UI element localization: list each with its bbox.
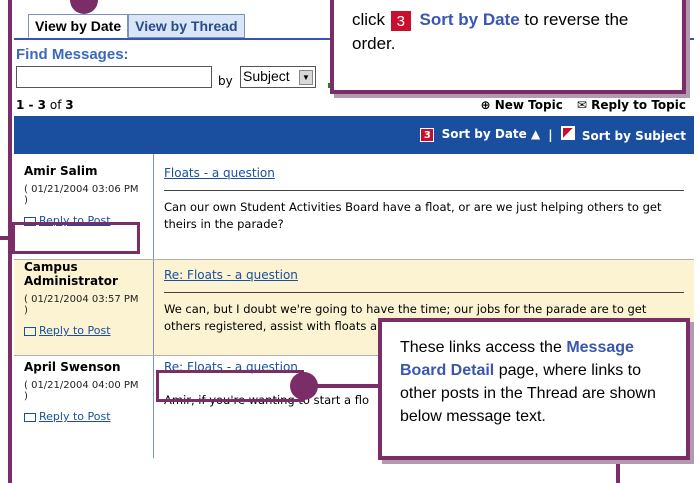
message-subject-link[interactable]: Floats - a question — [164, 166, 684, 191]
sort-by-subject-label: Sort by Subject — [581, 129, 686, 143]
message-body: Can our own Student Activities Board hav… — [164, 200, 662, 231]
author-name: Amir Salim — [24, 164, 98, 178]
view-tabs: View by Date View by Thread — [28, 14, 245, 38]
by-label: by — [218, 74, 233, 88]
message-subject-link[interactable]: Re: Floats - a question — [164, 268, 684, 293]
plus-circle-icon: ⊕ — [480, 98, 491, 112]
author-name: Campus Administrator — [24, 260, 118, 288]
detail-callout: These links access the Message Board Det… — [378, 318, 690, 460]
chevron-down-icon: ▼ — [299, 70, 313, 85]
author-name: April Swenson — [24, 360, 121, 374]
result-total: 3 — [65, 98, 74, 112]
select-value: Subject — [243, 68, 290, 84]
post-date: ( 01/21/2004 03:57 PM ) — [24, 294, 139, 316]
sort-subject-icon — [560, 126, 575, 140]
post-date: ( 01/21/2004 04:00 PM ) — [24, 380, 139, 402]
sort-ascending-icon: ▲ — [531, 127, 541, 141]
new-topic-link[interactable]: ⊕ New Topic — [480, 98, 562, 112]
sort-separator: | — [548, 127, 553, 142]
callout-connector — [0, 236, 14, 240]
envelope-icon — [24, 326, 36, 336]
search-input[interactable] — [16, 66, 212, 88]
sort-callout: click 3 Sort by Date to reverse the orde… — [330, 0, 686, 94]
reply-to-topic-label: Reply to Topic — [591, 98, 686, 112]
search-field-select[interactable]: Subject ▼ — [240, 66, 316, 88]
message-author-cell: Campus Administrator ( 01/21/2004 03:57 … — [14, 260, 154, 355]
callout-text-pre: click — [352, 10, 386, 29]
sort-controls: 3 Sort by Date ▲ | Sort by Subject — [420, 126, 686, 143]
message-author-cell: April Swenson ( 01/21/2004 04:00 PM ) Re… — [14, 356, 154, 458]
reply-to-post-link[interactable]: Reply to Post — [24, 410, 111, 423]
result-range: 1 - 3 — [16, 98, 47, 112]
reply-to-post-link[interactable]: Reply to Post — [24, 324, 111, 337]
tab-view-by-thread[interactable]: View by Thread — [128, 14, 245, 38]
envelope-icon — [24, 412, 36, 422]
envelope-icon: ✉ — [576, 98, 587, 112]
result-count: 1 - 3 of 3 — [16, 98, 74, 112]
message-content-cell: Floats - a question Can our own Student … — [154, 154, 694, 259]
sort-date-icon: 3 — [420, 128, 435, 142]
callout-link-text: Sort by Date — [419, 10, 520, 29]
reply-label: Reply to Post — [39, 410, 111, 423]
callout-marker — [290, 372, 318, 400]
tab-view-by-date[interactable]: View by Date — [28, 14, 129, 38]
post-date: ( 01/21/2004 03:06 PM ) — [24, 184, 139, 206]
callout-connector — [316, 384, 380, 388]
of-label: of — [49, 98, 62, 112]
sort-by-subject-link[interactable]: Sort by Subject — [560, 126, 686, 143]
find-messages-title: Find Messages: — [16, 46, 129, 63]
subject-link-highlight — [156, 370, 304, 402]
list-header-bar: 3 Sort by Date ▲ | Sort by Subject — [14, 116, 694, 154]
callout-text-pre: These links access the — [400, 339, 562, 356]
sort-by-date-link[interactable]: 3 Sort by Date ▲ — [420, 127, 540, 142]
sort-date-icon: 3 — [389, 9, 412, 32]
new-topic-label: New Topic — [494, 98, 563, 112]
topic-actions: ⊕ New Topic ✉ Reply to Topic — [480, 98, 686, 112]
callout-connector — [616, 458, 620, 483]
reply-link-highlight — [12, 222, 140, 254]
reply-to-topic-link[interactable]: ✉ Reply to Topic — [577, 98, 686, 112]
reply-label: Reply to Post — [39, 324, 111, 337]
sort-by-date-label: Sort by Date — [441, 127, 527, 141]
